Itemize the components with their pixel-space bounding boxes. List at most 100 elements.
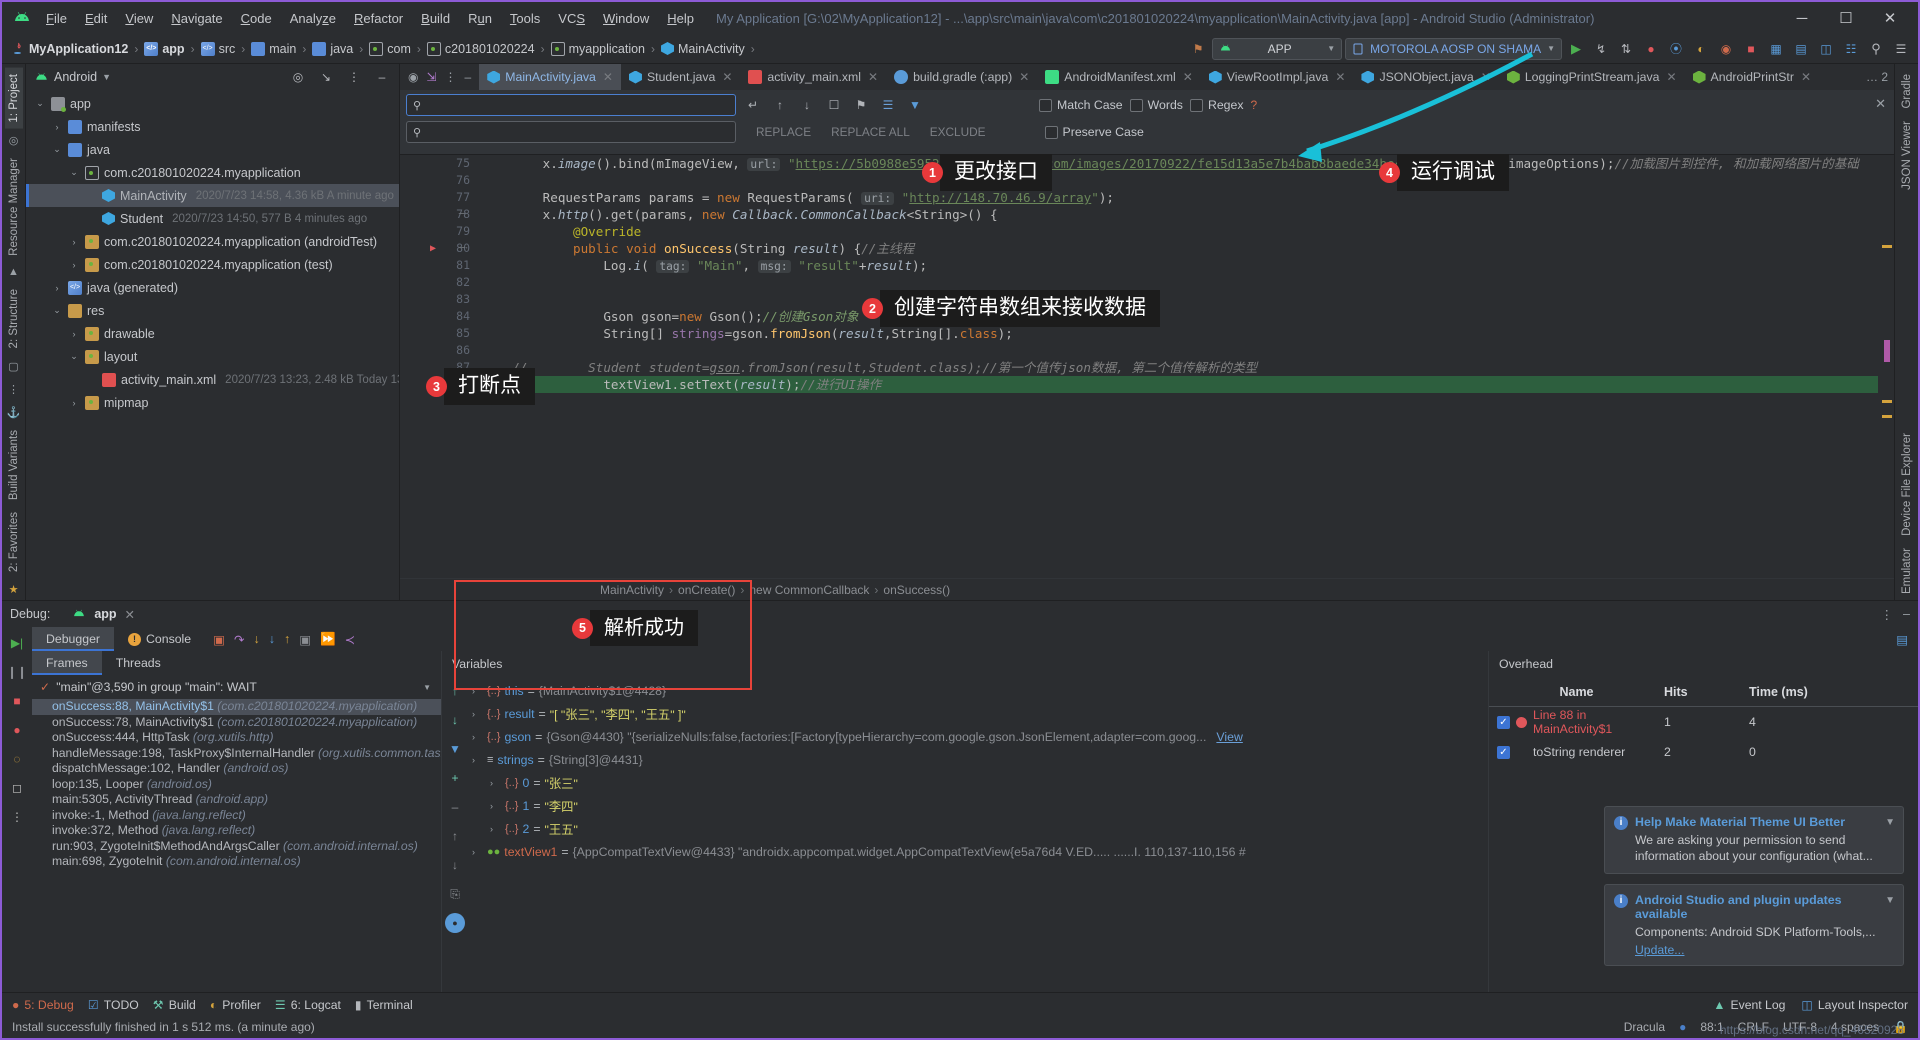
tree-item-mipmap[interactable]: ›mipmap [26,391,399,414]
hide-icon[interactable]: – [465,70,472,84]
chevron-right-icon[interactable]: › [472,709,483,719]
thread-selector[interactable]: ✓ "main"@3,590 in group "main": WAIT ▼ [32,675,441,699]
menu-help[interactable]: Help [659,8,702,29]
frame-row[interactable]: invoke:-1, Method (java.lang.reflect) [32,808,441,824]
project-tree[interactable]: ⌄app›manifests⌄java⌄com.c201801020224.my… [26,90,399,600]
match-case-checkbox[interactable]: Match Case [1039,98,1123,112]
gutter-line-76[interactable]: 76 [400,172,478,189]
settings-icon[interactable]: ▤ [1896,632,1908,647]
filter-icon[interactable]: ▼ [445,739,465,759]
chevron-right-icon[interactable]: › [472,732,483,742]
gutter-line-78[interactable]: 78 [400,206,478,223]
checkbox-checked-icon[interactable]: ✓ [1497,746,1510,759]
frame-row[interactable]: invoke:372, Method (java.lang.reflect) [32,823,441,839]
more-icon[interactable]: ⋮ [1881,607,1894,622]
theme-label[interactable]: Dracula [1624,1020,1665,1034]
code-line-87[interactable]: // Student student=gson.fromJson(result,… [478,359,1878,376]
frame-row[interactable]: onSuccess:78, MainActivity$1 (com.c20180… [32,715,441,731]
resume-program-icon[interactable]: ▶| [7,633,27,653]
chevron-down-icon[interactable]: ⌄ [51,305,63,316]
pin-icon[interactable]: ⚑ [1187,38,1209,60]
tool-window-build-variants[interactable]: Build Variants [5,424,23,506]
pin-icon[interactable]: ⚑ [851,95,871,115]
tool-window-resource-manager[interactable]: Resource Manager [5,152,23,262]
restore-layout-icon[interactable]: ▣ [213,632,225,647]
view-breakpoints-icon[interactable]: ● [7,720,27,740]
tool-window-favorites[interactable]: 2: Favorites [5,506,23,578]
words-checkbox[interactable]: Words [1130,98,1183,112]
avd-manager-icon[interactable]: ▤ [1790,38,1812,60]
chevron-right-icon[interactable]: › [68,329,80,339]
chevron-right-icon[interactable]: › [472,847,483,857]
menu-refactor[interactable]: Refactor [346,8,411,29]
minimize-button[interactable]: ─ [1780,3,1824,33]
breadcrumb-myapplication[interactable]: myapplication [547,40,649,58]
chevron-right-icon[interactable]: › [68,260,80,270]
tab-console[interactable]: ! Console [114,627,205,651]
code-line-80[interactable]: public void onSuccess(String result) {//… [478,240,1878,257]
code-line-75[interactable]: x.image().bind(mImageView, url: "https:/… [478,155,1878,172]
tool-window-project[interactable]: 1: Project [5,68,23,129]
gutter-line-79[interactable]: 79 [400,223,478,240]
editor-gutter[interactable]: 7576777879▶8081828384858687✓8889⚊⚊ [400,155,478,578]
tree-item-res[interactable]: ⌄res [26,299,399,322]
frame-row[interactable]: handleMessage:198, TaskProxy$InternalHan… [32,746,441,762]
tree-item-app[interactable]: ⌄app [26,92,399,115]
menu-build[interactable]: Build [413,8,458,29]
chevron-right-icon[interactable]: › [51,283,63,293]
tree-item-java-generated[interactable]: ›java (generated) [26,276,399,299]
gradle-build-icon[interactable]: ◎ [5,134,23,147]
pause-program-icon[interactable]: ❙❙ [7,662,27,682]
menu-icon[interactable]: ☰ [1890,38,1912,60]
tree-item-student[interactable]: ›Student2020/7/23 14:50, 577 B 4 minutes… [26,207,399,230]
hierarchy-icon[interactable]: ▲ [5,266,23,278]
search-icon[interactable]: ⚲ [1865,38,1887,60]
tree-item-layout[interactable]: ⌄layout [26,345,399,368]
stop-icon[interactable]: ■ [7,691,27,711]
editor-tab-student-java[interactable]: Student.java✕ [621,64,740,90]
step-over-icon[interactable]: ↷ [234,632,244,647]
arrow-down-icon[interactable]: ↓ [445,710,465,730]
tree-item-java[interactable]: ⌄java [26,138,399,161]
close-icon[interactable]: ✕ [1801,70,1811,84]
gutter-line-75[interactable]: 75 [400,155,478,172]
menu-window[interactable]: Window [595,8,657,29]
breadcrumb-main[interactable]: main [247,40,300,58]
chevron-right-icon[interactable]: › [85,191,97,201]
code-line-78[interactable]: x.http().get(params, new Callback.Common… [478,206,1878,223]
bottom-tab-event-log[interactable]: ▲ Event Log [1713,998,1785,1012]
filter-icon[interactable]: ▼ [905,95,925,115]
remove-watch-icon[interactable]: – [445,797,465,817]
arrow-up-icon[interactable]: ↑ [770,95,790,115]
breadcrumb-java[interactable]: java [308,40,357,58]
breadcrumb-mainactivity[interactable]: MainActivity [657,40,749,58]
stop-icon[interactable]: ■ [1740,38,1762,60]
variable-row-strings[interactable]: ›≡strings={String[3]@4431} [468,748,1488,771]
code-breadcrumb-item[interactable]: onCreate() [678,583,735,597]
frame-row[interactable]: loop:135, Looper (android.os) [32,777,441,793]
run-icon[interactable]: ▶ [1565,38,1587,60]
evaluate-expression-icon[interactable]: ≺ [345,632,355,647]
mute-breakpoints-icon[interactable]: ◌ [7,749,27,769]
tree-item-manifests[interactable]: ›manifests [26,115,399,138]
step-into-icon[interactable]: ↓ [253,632,259,646]
gutter-line-77[interactable]: 77 [400,189,478,206]
project-view-selector[interactable]: Android ▼ [34,70,111,85]
move-up-icon[interactable]: ↑ [445,826,465,846]
variable-row-0[interactable]: ›{..}0="张三" [468,771,1488,794]
coverage-icon[interactable]: ◉ [1715,38,1737,60]
chevron-right-icon[interactable]: › [68,398,80,408]
variable-row-1[interactable]: ›{..}1="李四" [468,794,1488,817]
drop-frame-icon[interactable]: ▣ [299,632,311,647]
gutter-line-80[interactable]: ▶80 [400,240,478,257]
variable-row-result[interactable]: ›{..}result="[ "张三", "李四", "王五" ]" [468,702,1488,725]
notification-update-link[interactable]: Update... [1615,943,1893,957]
replace-button[interactable]: REPLACE [747,123,820,141]
tab-threads[interactable]: Threads [102,651,175,675]
variable-row-this[interactable]: ›{..}this={MainActivity$1@4428} [468,679,1488,702]
code-editor[interactable]: 7576777879▶8081828384858687✓8889⚊⚊ x.ima… [400,155,1894,578]
debug-icon[interactable]: ● [1640,38,1662,60]
run-marker-icon[interactable]: ▶ [430,240,436,257]
code-line-81[interactable]: Log.i( tag: "Main", msg: "result"+result… [478,257,1878,274]
editor-tab-mainactivity-java[interactable]: MainActivity.java✕ [479,64,621,90]
